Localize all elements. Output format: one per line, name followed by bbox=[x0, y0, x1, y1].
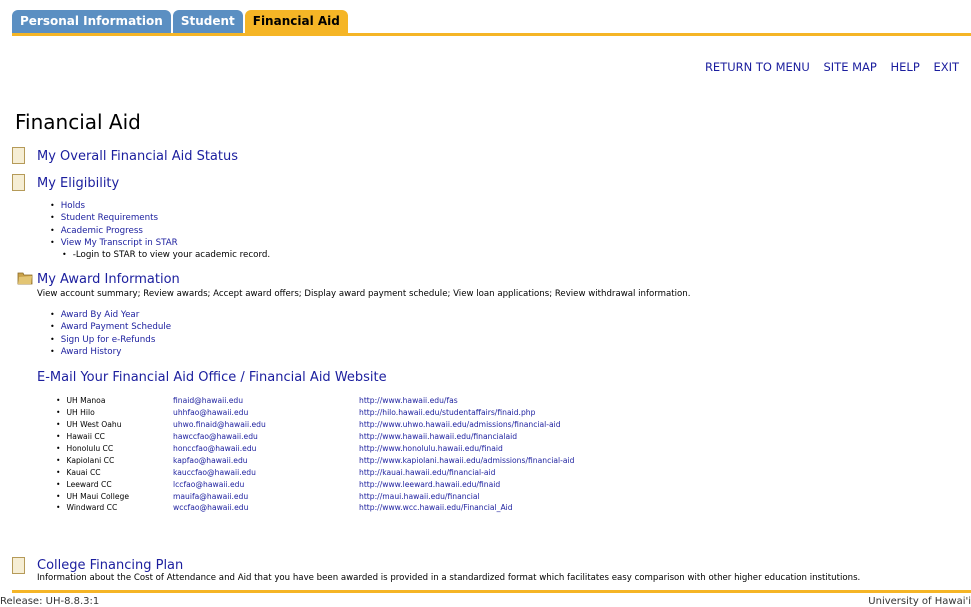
list-item: Award History bbox=[50, 346, 171, 358]
table-row: UH Manoafinaid@hawaii.edu http://www.hawa… bbox=[56, 395, 574, 407]
award-description: View account summary; Review awards; Acc… bbox=[37, 289, 691, 299]
list-item: Sign Up for e-Refunds bbox=[50, 334, 171, 346]
website-link[interactable]: http://kauai.hawaii.edu/financial-aid bbox=[359, 468, 495, 477]
email-link[interactable]: finaid@hawaii.edu bbox=[173, 396, 243, 405]
campus-name: Kapiolani CC bbox=[56, 454, 173, 466]
footer-line bbox=[12, 590, 971, 593]
email-link[interactable]: mauifa@hawaii.edu bbox=[173, 492, 248, 501]
email-link[interactable]: uhwo.finaid@hawaii.edu bbox=[173, 420, 266, 429]
list-item: Award By Aid Year bbox=[50, 309, 171, 321]
financing-plan-description: Information about the Cost of Attendance… bbox=[37, 573, 861, 583]
tab-underline bbox=[12, 33, 971, 36]
table-row: Leeward CClccfao@hawaii.edu http://www.le… bbox=[56, 478, 574, 490]
campus-name: Hawaii CC bbox=[56, 431, 173, 443]
website-link[interactable]: http://www.wcc.hawaii.edu/Financial_Aid bbox=[359, 503, 513, 512]
list-item: Holds bbox=[50, 200, 270, 212]
return-to-menu-link[interactable]: RETURN TO MENU bbox=[705, 60, 810, 74]
list-item: View My Transcript in STAR bbox=[50, 237, 270, 249]
email-link[interactable]: hawccfao@hawaii.edu bbox=[173, 432, 258, 441]
table-row: Honolulu CChonccfao@hawaii.edu http://www… bbox=[56, 443, 574, 455]
tab-personal-information[interactable]: Personal Information bbox=[12, 10, 171, 34]
award-payment-schedule-link[interactable]: Award Payment Schedule bbox=[61, 322, 171, 332]
tab-financial-aid[interactable]: Financial Aid bbox=[244, 10, 348, 34]
document-icon bbox=[12, 557, 25, 574]
page-title: Financial Aid bbox=[15, 110, 141, 134]
financial-aid-contacts-table: UH Manoafinaid@hawaii.edu http://www.hawa… bbox=[56, 395, 574, 514]
campus-name: UH Maui College bbox=[56, 490, 173, 502]
table-row: Windward CCwccfao@hawaii.edu http://www.w… bbox=[56, 502, 574, 514]
star-note: -Login to STAR to view your academic rec… bbox=[50, 249, 270, 261]
tab-student[interactable]: Student bbox=[172, 10, 243, 34]
award-information-link[interactable]: My Award Information bbox=[37, 272, 180, 287]
website-link[interactable]: http://www.hawaii.edu/fas bbox=[359, 396, 458, 405]
document-icon bbox=[12, 174, 25, 191]
exit-link[interactable]: EXIT bbox=[933, 60, 959, 74]
website-link[interactable]: http://www.leeward.hawaii.edu/finaid bbox=[359, 480, 500, 489]
overall-status-link[interactable]: My Overall Financial Aid Status bbox=[37, 149, 238, 164]
eligibility-list: Holds Student Requirements Academic Prog… bbox=[50, 200, 270, 261]
star-note-text: -Login to STAR to view your academic rec… bbox=[72, 250, 271, 261]
email-link[interactable]: wccfao@hawaii.edu bbox=[173, 503, 248, 512]
campus-name: UH Hilo bbox=[56, 407, 173, 419]
table-row: UH Hilouhhfao@hawaii.edu http://hilo.hawa… bbox=[56, 407, 574, 419]
campus-name: UH West Oahu bbox=[56, 419, 173, 431]
table-row: Hawaii CChawccfao@hawaii.edu http://www.h… bbox=[56, 431, 574, 443]
table-row: UH Maui Collegemauifa@hawaii.edu http://m… bbox=[56, 490, 574, 502]
eligibility-link[interactable]: My Eligibility bbox=[37, 176, 119, 191]
college-financing-plan-link[interactable]: College Financing Plan bbox=[37, 558, 183, 573]
table-row: Kapiolani CCkapfao@hawaii.edu http://www.… bbox=[56, 454, 574, 466]
campus-name: Windward CC bbox=[56, 502, 173, 514]
table-row: UH West Oahuuhwo.finaid@hawaii.edu http:/… bbox=[56, 419, 574, 431]
email-link[interactable]: honccfao@hawaii.edu bbox=[173, 444, 256, 453]
website-link[interactable]: http://hilo.hawaii.edu/studentaffairs/fi… bbox=[359, 408, 535, 417]
campus-name: UH Manoa bbox=[56, 395, 173, 407]
website-link[interactable]: http://www.honolulu.hawaii.edu/finaid bbox=[359, 444, 503, 453]
email-link[interactable]: kapfao@hawaii.edu bbox=[173, 456, 248, 465]
tab-bar: Personal Information Student Financial A… bbox=[12, 10, 350, 34]
university-name: University of Hawai'i bbox=[868, 596, 971, 607]
campus-name: Honolulu CC bbox=[56, 443, 173, 455]
website-link[interactable]: http://www.hawaii.hawaii.edu/financialai… bbox=[359, 432, 517, 441]
email-link[interactable]: uhhfao@hawaii.edu bbox=[173, 408, 248, 417]
top-links: RETURN TO MENU SITE MAP HELP EXIT bbox=[695, 60, 959, 74]
website-link[interactable]: http://www.kapiolani.hawaii.edu/admissio… bbox=[359, 456, 574, 465]
website-link[interactable]: http://maui.hawaii.edu/financial bbox=[359, 492, 480, 501]
holds-link[interactable]: Holds bbox=[61, 201, 85, 211]
email-link[interactable]: lccfao@hawaii.edu bbox=[173, 480, 244, 489]
transcript-star-link[interactable]: View My Transcript in STAR bbox=[61, 238, 178, 248]
website-link[interactable]: http://www.uhwo.hawaii.edu/admissions/fi… bbox=[359, 420, 561, 429]
award-by-aid-year-link[interactable]: Award By Aid Year bbox=[61, 310, 140, 320]
folder-icon bbox=[17, 272, 33, 285]
list-item: Academic Progress bbox=[50, 225, 270, 237]
award-history-link[interactable]: Award History bbox=[61, 347, 122, 357]
email-office-heading[interactable]: E-Mail Your Financial Aid Office / Finan… bbox=[37, 370, 387, 385]
student-requirements-link[interactable]: Student Requirements bbox=[61, 213, 158, 223]
document-icon bbox=[12, 147, 25, 164]
list-item: Award Payment Schedule bbox=[50, 321, 171, 333]
e-refunds-link[interactable]: Sign Up for e-Refunds bbox=[61, 335, 156, 345]
help-link[interactable]: HELP bbox=[891, 60, 920, 74]
list-item: Student Requirements bbox=[50, 212, 270, 224]
email-link[interactable]: kauccfao@hawaii.edu bbox=[173, 468, 256, 477]
academic-progress-link[interactable]: Academic Progress bbox=[61, 226, 143, 236]
campus-name: Kauai CC bbox=[56, 466, 173, 478]
campus-name: Leeward CC bbox=[56, 478, 173, 490]
award-list: Award By Aid Year Award Payment Schedule… bbox=[50, 309, 171, 358]
release-version: Release: UH-8.8.3:1 bbox=[0, 596, 100, 607]
table-row: Kauai CCkauccfao@hawaii.edu http://kauai.… bbox=[56, 466, 574, 478]
site-map-link[interactable]: SITE MAP bbox=[823, 60, 876, 74]
